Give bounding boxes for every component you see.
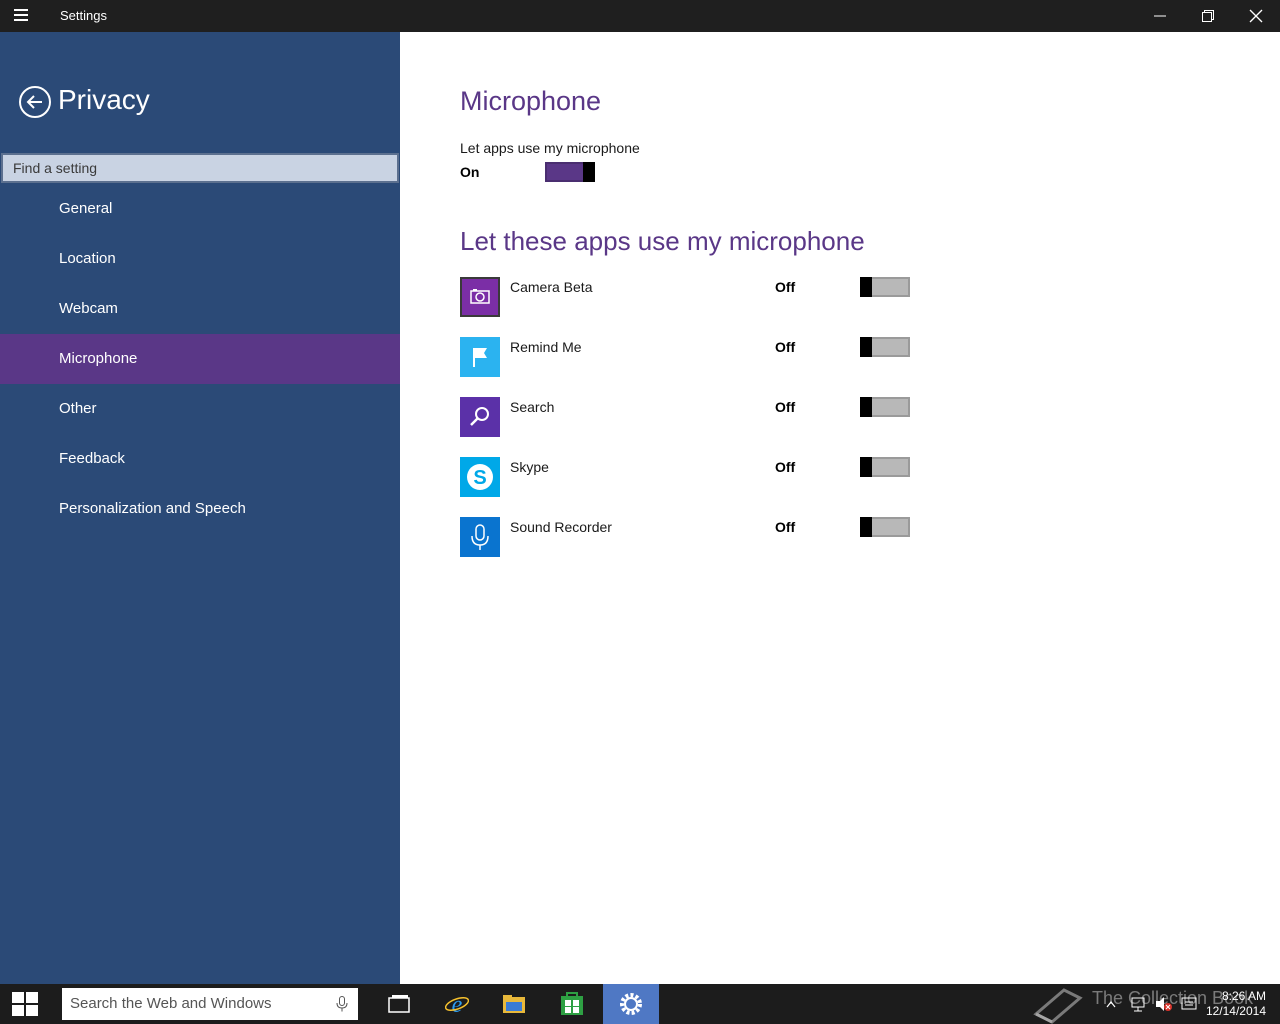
clock-date: 12/14/2014 [1205,1004,1266,1018]
network-icon[interactable] [1130,996,1146,1012]
remind-me-toggle[interactable] [860,337,910,357]
app-row-sound-recorder: Sound Recorder Off [460,517,920,557]
toggle-knob [860,517,872,537]
search-toggle[interactable] [860,397,910,417]
title-bar: Settings [0,0,1280,32]
skype-toggle[interactable] [860,457,910,477]
app-name: Sound Recorder [510,519,612,535]
taskbar: Search the Web and Windows e The Collect… [0,984,1280,1024]
sidebar-item-location[interactable]: Location [0,234,400,284]
sidebar-item-feedback[interactable]: Feedback [0,434,400,484]
folder-icon [503,995,525,1013]
app-state: Off [775,459,796,475]
settings-taskbar-button[interactable] [603,984,659,1024]
toggle-knob [860,397,872,417]
internet-explorer-button[interactable]: e [432,984,482,1024]
section-title: Let these apps use my microphone [460,226,865,256]
gear-icon [620,993,642,1015]
sidebar-item-microphone[interactable]: Microphone [0,334,400,384]
app-name: Remind Me [510,339,582,355]
toggle-knob [860,277,872,297]
start-button[interactable] [0,984,48,1024]
app-name: Skype [510,459,549,475]
svg-text:S: S [473,467,486,489]
window-title: Settings [60,8,107,23]
app-state: Off [775,339,796,355]
app-row-search: Search Off [460,397,920,437]
sidebar-nav: General Location Webcam Microphone Other… [0,184,400,534]
sound-recorder-toggle[interactable] [860,517,910,537]
store-icon [561,992,583,1015]
sidebar-item-other[interactable]: Other [0,384,400,434]
taskbar-search-placeholder: Search the Web and Windows [70,995,272,1012]
volume-muted-icon[interactable] [1155,996,1173,1012]
back-arrow-icon [26,95,42,109]
app-state: Off [775,399,796,415]
camera-beta-toggle[interactable] [860,277,910,297]
toggle-knob [583,162,595,182]
flag-icon [460,337,500,377]
task-view-icon [388,995,410,1013]
task-view-button[interactable] [374,984,424,1024]
restore-button[interactable] [1184,0,1232,32]
master-toggle-state: On [460,164,480,180]
content-pane: Microphone Let apps use my microphone On… [400,32,1280,984]
master-toggle-label: Let apps use my microphone [460,140,640,156]
close-button[interactable] [1232,0,1280,32]
app-name: Camera Beta [510,279,593,295]
restore-icon [1202,10,1214,22]
app-row-camera: Camera Beta Off [460,277,920,317]
book-watermark-icon [1033,988,1083,1024]
app-row-skype: S Skype Off [460,457,920,497]
app-state: Off [775,279,796,295]
page-heading: Privacy [58,84,150,115]
toggle-knob [860,337,872,357]
hamburger-menu-icon[interactable] [14,9,34,23]
clock-time: 8:26 AM [1221,989,1266,1003]
search-icon [460,397,500,437]
sidebar-item-personalization-speech[interactable]: Personalization and Speech [0,484,400,534]
file-explorer-button[interactable] [489,984,539,1024]
store-button[interactable] [547,984,597,1024]
app-row-remind-me: Remind Me Off [460,337,920,377]
camera-icon [460,277,500,317]
page-title: Microphone [460,86,602,116]
sidebar-item-general[interactable]: General [0,184,400,234]
toggle-knob [860,457,872,477]
show-hidden-icons-icon[interactable] [1106,1000,1116,1008]
find-setting-input[interactable]: Find a setting [1,153,399,183]
action-center-icon[interactable] [1181,997,1197,1011]
internet-explorer-icon: e [445,992,469,1016]
microphone-icon[interactable] [336,996,348,1012]
minimize-button[interactable] [1136,0,1184,32]
sidebar: Privacy Find a setting General Location … [0,32,400,984]
skype-icon: S [460,457,500,497]
minimize-icon [1154,15,1166,17]
close-icon [1249,9,1263,23]
taskbar-search-input[interactable]: Search the Web and Windows [62,988,358,1020]
microphone-icon [460,517,500,557]
clock[interactable]: 8:26 AM 12/14/2014 [1206,989,1266,1019]
microphone-master-toggle[interactable] [545,162,595,182]
app-state: Off [775,519,796,535]
sidebar-item-webcam[interactable]: Webcam [0,284,400,334]
svg-text:e: e [452,992,463,1016]
back-button[interactable] [19,86,51,118]
app-name: Search [510,399,555,415]
windows-logo-icon [12,992,38,1016]
